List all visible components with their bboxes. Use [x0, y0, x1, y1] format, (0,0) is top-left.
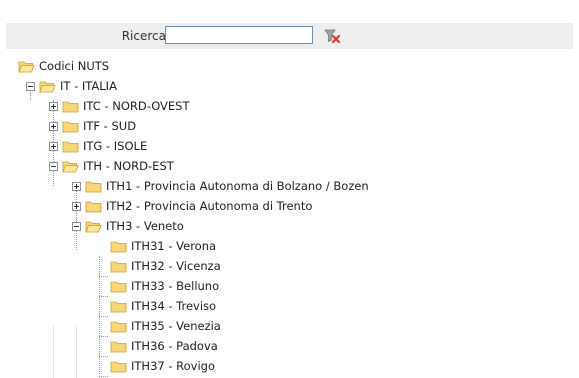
folder-icon [85, 181, 102, 192]
tree-node-label: ITH1 - Provincia Autonoma di Bolzano / B… [106, 179, 369, 193]
search-bar: Ricerca [6, 23, 573, 49]
tree-node-ith3[interactable]: ITH3 - Veneto [85, 216, 184, 236]
expand-toggle-icon[interactable] [49, 142, 58, 151]
folder-icon [110, 261, 127, 272]
tree-node-label: ITH2 - Provincia Autonoma di Trento [106, 199, 313, 213]
tree-node-label: ITH33 - Belluno [131, 279, 220, 293]
folder-icon [110, 281, 127, 292]
tree-connector [30, 92, 31, 100]
tree-connector [99, 276, 108, 277]
expand-toggle-icon[interactable] [49, 102, 58, 111]
folder-icon [62, 141, 79, 152]
folder-icon [110, 361, 127, 372]
collapse-toggle-icon[interactable] [72, 222, 81, 231]
tree-node-itc[interactable]: ITC - NORD-OVEST [62, 96, 190, 116]
tree-node-label: IT - ITALIA [60, 79, 117, 93]
search-input[interactable] [165, 26, 313, 44]
indent-guide [53, 326, 54, 378]
tree-node-itg[interactable]: ITG - ISOLE [62, 136, 147, 156]
tree-node-label: ITG - ISOLE [83, 139, 148, 153]
tree-node-label: Codici NUTS [39, 59, 110, 73]
folder-icon [110, 321, 127, 332]
collapse-toggle-icon[interactable] [26, 82, 35, 91]
folder-open-icon [62, 161, 79, 172]
folder-icon [110, 341, 127, 352]
tree-connector [99, 316, 108, 317]
folder-open-icon [18, 61, 35, 72]
folder-open-icon [39, 81, 56, 92]
tree-node-ith2[interactable]: ITH2 - Provincia Autonoma di Trento [85, 196, 312, 216]
expand-toggle-icon[interactable] [72, 182, 81, 191]
nuts-tree: Codici NUTS IT - ITALIA ITC - NORD-OVEST… [0, 56, 579, 378]
expand-toggle-icon[interactable] [49, 122, 58, 131]
tree-node-it[interactable]: IT - ITALIA [39, 76, 117, 96]
tree-node-label: ITH32 - Vicenza [131, 259, 221, 273]
tree-node-label: ITH31 - Verona [131, 239, 217, 253]
tree-node-label: ITH36 - Padova [131, 339, 218, 353]
folder-icon [85, 201, 102, 212]
tree-connector [76, 190, 77, 250]
tree-connector [99, 356, 108, 357]
folder-icon [110, 301, 127, 312]
folder-icon [62, 121, 79, 132]
tree-node-label: ITF - SUD [83, 119, 137, 133]
tree-connector [99, 376, 108, 377]
tree-node-ith37[interactable]: ITH37 - Rovigo [110, 356, 215, 376]
tree-node-ith32[interactable]: ITH32 - Vicenza [110, 256, 221, 276]
tree-node-label: ITH35 - Venezia [131, 319, 221, 333]
indent-guide [76, 326, 77, 378]
tree-node-ith1[interactable]: ITH1 - Provincia Autonoma di Bolzano / B… [85, 176, 369, 196]
tree-node-itf[interactable]: ITF - SUD [62, 116, 136, 136]
tree-node-label: ITH34 - Treviso [131, 299, 217, 313]
tree-node-ith[interactable]: ITH - NORD-EST [62, 156, 174, 176]
folder-open-icon [85, 221, 102, 232]
tree-connector [99, 336, 108, 337]
tree-node-ith31[interactable]: ITH31 - Verona [110, 236, 216, 256]
tree-node-label: ITH37 - Rovigo [131, 359, 216, 373]
clear-filter-icon[interactable] [324, 29, 341, 44]
tree-node-label: ITH - NORD-EST [83, 159, 174, 173]
tree-node-label: ITC - NORD-OVEST [83, 99, 190, 113]
expand-toggle-icon[interactable] [72, 202, 81, 211]
tree-node-label: ITH3 - Veneto [106, 219, 184, 233]
tree-node-ith35[interactable]: ITH35 - Venezia [110, 316, 221, 336]
tree-node-ith34[interactable]: ITH34 - Treviso [110, 296, 216, 316]
search-label: Ricerca [121, 29, 166, 43]
collapse-toggle-icon[interactable] [49, 162, 58, 171]
tree-node-ith36[interactable]: ITH36 - Padova [110, 336, 218, 356]
tree-node-root[interactable]: Codici NUTS [18, 56, 109, 76]
tree-node-ith33[interactable]: ITH33 - Belluno [110, 276, 219, 296]
tree-connector [99, 296, 108, 297]
folder-icon [110, 241, 127, 252]
folder-icon [62, 101, 79, 112]
